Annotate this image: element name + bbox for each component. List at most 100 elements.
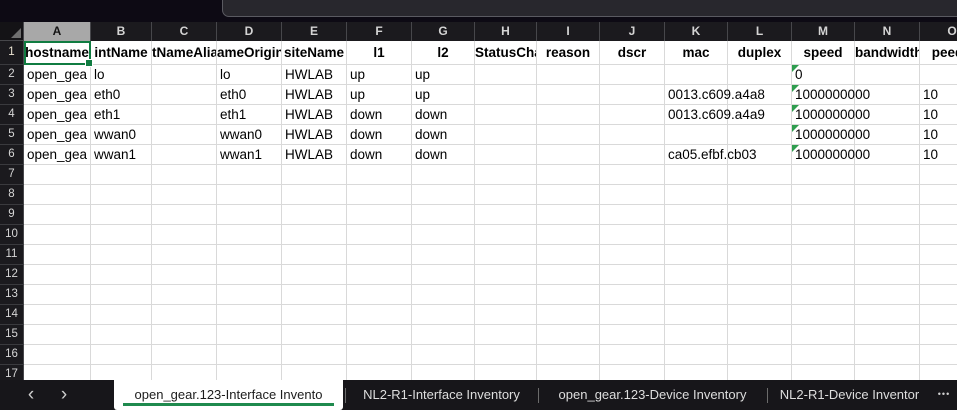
cell-F14[interactable] [347,305,412,325]
cell-J2[interactable] [600,65,665,85]
cell-O4[interactable]: 10 [920,105,957,125]
cell-M1[interactable]: speed [792,41,855,65]
cell-C8[interactable] [152,185,217,205]
cell-H9[interactable] [475,205,537,225]
cell-O8[interactable] [920,185,957,205]
cell-E10[interactable] [282,225,347,245]
cell-N8[interactable] [855,185,920,205]
cell-K15[interactable] [665,325,728,345]
cell-N9[interactable] [855,205,920,225]
cell-A10[interactable] [24,225,91,245]
cell-D10[interactable] [217,225,282,245]
cell-B10[interactable] [91,225,152,245]
row-header-12[interactable]: 12 [0,265,24,285]
cell-F12[interactable] [347,265,412,285]
cell-K11[interactable] [665,245,728,265]
cell-F1[interactable]: l1 [347,41,412,65]
row-header-17[interactable]: 17 [0,365,24,380]
cell-A13[interactable] [24,285,91,305]
row-header-4[interactable]: 4 [0,105,24,125]
cell-F4[interactable]: down [347,105,412,125]
column-header-H[interactable]: H [475,22,537,41]
cell-G4[interactable]: down [412,105,475,125]
cell-J4[interactable] [600,105,665,125]
cell-L10[interactable] [728,225,792,245]
cell-F16[interactable] [347,345,412,365]
cell-A15[interactable] [24,325,91,345]
row-header-14[interactable]: 14 [0,305,24,325]
cell-J9[interactable] [600,205,665,225]
column-header-L[interactable]: L [728,22,792,41]
cell-N14[interactable] [855,305,920,325]
cell-G11[interactable] [412,245,475,265]
cell-N7[interactable] [855,165,920,185]
cell-K13[interactable] [665,285,728,305]
column-header-E[interactable]: E [282,22,347,41]
cell-I6[interactable] [537,145,600,165]
cell-D3[interactable]: eth0 [217,85,282,105]
cell-I16[interactable] [537,345,600,365]
cell-K4[interactable]: 0013.c609.a4a9 [665,105,728,125]
cell-O13[interactable] [920,285,957,305]
cell-G17[interactable] [412,365,475,380]
cell-H6[interactable] [475,145,537,165]
column-header-A[interactable]: A [24,22,91,41]
cell-N5[interactable] [855,125,920,145]
cell-J7[interactable] [600,165,665,185]
cell-C15[interactable] [152,325,217,345]
cell-L16[interactable] [728,345,792,365]
cell-D12[interactable] [217,265,282,285]
cell-D7[interactable] [217,165,282,185]
cell-A7[interactable] [24,165,91,185]
cell-D4[interactable]: eth1 [217,105,282,125]
cell-O1[interactable]: peedV [920,41,957,65]
cell-M5[interactable]: 1000000000 [792,125,855,145]
cell-C11[interactable] [152,245,217,265]
cell-M8[interactable] [792,185,855,205]
cell-B12[interactable] [91,265,152,285]
cell-L7[interactable] [728,165,792,185]
cell-L8[interactable] [728,185,792,205]
cell-G16[interactable] [412,345,475,365]
cell-E13[interactable] [282,285,347,305]
cell-L2[interactable] [728,65,792,85]
cell-B16[interactable] [91,345,152,365]
cell-O15[interactable] [920,325,957,345]
cell-N16[interactable] [855,345,920,365]
row-header-8[interactable]: 8 [0,185,24,205]
cell-G12[interactable] [412,265,475,285]
column-header-M[interactable]: M [792,22,855,41]
cell-F3[interactable]: up [347,85,412,105]
cell-F10[interactable] [347,225,412,245]
cell-J1[interactable]: dscr [600,41,665,65]
cell-H11[interactable] [475,245,537,265]
cell-G1[interactable]: l2 [412,41,475,65]
cell-M9[interactable] [792,205,855,225]
cell-I14[interactable] [537,305,600,325]
cell-N6[interactable] [855,145,920,165]
column-header-D[interactable]: D [217,22,282,41]
cell-F2[interactable]: up [347,65,412,85]
select-all-corner[interactable] [0,22,24,41]
cell-H3[interactable] [475,85,537,105]
column-header-F[interactable]: F [347,22,412,41]
cell-C6[interactable] [152,145,217,165]
cell-C9[interactable] [152,205,217,225]
cell-A6[interactable]: open_gea [24,145,91,165]
cell-M6[interactable]: 1000000000 [792,145,855,165]
cell-K8[interactable] [665,185,728,205]
cell-O17[interactable] [920,365,957,380]
cell-L11[interactable] [728,245,792,265]
cell-F7[interactable] [347,165,412,185]
cell-M11[interactable] [792,245,855,265]
cell-G6[interactable]: down [412,145,475,165]
cell-O5[interactable]: 10 [920,125,957,145]
cell-C7[interactable] [152,165,217,185]
cell-L4[interactable] [728,105,792,125]
cell-L13[interactable] [728,285,792,305]
cell-L5[interactable] [728,125,792,145]
cell-K16[interactable] [665,345,728,365]
cell-B15[interactable] [91,325,152,345]
cell-A4[interactable]: open_gea [24,105,91,125]
row-header-9[interactable]: 9 [0,205,24,225]
